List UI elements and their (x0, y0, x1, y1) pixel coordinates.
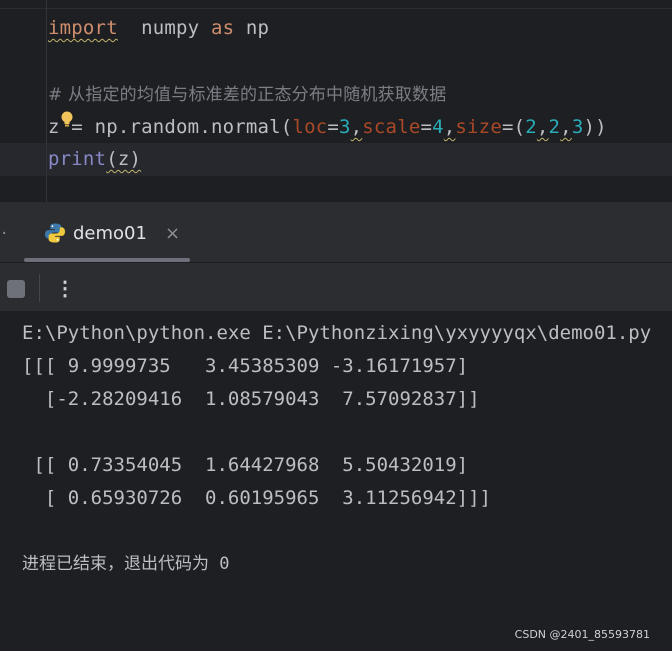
console-line: [-2.28209416 1.08579043 7.57092837]] (22, 388, 480, 410)
assign-operator: = (71, 116, 83, 138)
function-call: np.random.normal( (94, 116, 293, 138)
run-toolbar (0, 263, 672, 311)
close-icon[interactable]: × (165, 223, 180, 244)
python-icon (45, 223, 65, 243)
size-dim-3: 3 (571, 116, 584, 138)
module-alias: np (245, 17, 270, 39)
value-scale: 4 (432, 116, 444, 138)
size-dim-1: 2 (525, 116, 537, 138)
variable-z: z (48, 116, 60, 138)
stop-icon[interactable] (7, 280, 25, 298)
editor-top-border (0, 8, 672, 9)
print-builtin: print (48, 148, 107, 170)
exit-status-line: 进程已结束，退出代码为 0 (22, 554, 230, 574)
call-close: )) (583, 116, 607, 138)
module-name: numpy (141, 17, 200, 39)
console-line: E:\Python\python.exe E:\Pythonzixing\yxy… (22, 322, 652, 344)
code-line-normal[interactable]: z = np.random.normal(loc=3,scale=4,size=… (48, 111, 607, 143)
param-size: size (455, 116, 502, 138)
console-line: [[[ 9.9999735 3.45385309 -3.16171957] (22, 355, 469, 377)
size-open: =( (501, 116, 526, 138)
code-line-print[interactable]: print(z) (48, 143, 141, 175)
console-line: [ 0.65930726 0.60195965 3.11256942]]] (22, 487, 491, 509)
as-keyword: as (210, 17, 235, 39)
watermark: CSDN @2401_85593781 (514, 628, 650, 641)
panel-edge-marker: · (0, 226, 9, 242)
param-scale: scale (362, 116, 421, 138)
code-line-comment[interactable]: # 从指定的均值与标准差的正态分布中随机获取数据 (48, 78, 446, 110)
param-loc: loc (292, 116, 328, 138)
tab-demo01[interactable]: demo01 × (44, 218, 180, 248)
toolbar-separator (39, 274, 40, 302)
code-line-import[interactable]: import numpy as np (48, 12, 269, 44)
code-editor[interactable]: import numpy as np # 从指定的均值与标准差的正态分布中随机获… (0, 0, 672, 202)
import-keyword: import (48, 17, 118, 39)
console-line: [[ 0.73354045 1.64427968 5.50432019] (22, 454, 469, 476)
tab-label: demo01 (73, 222, 147, 244)
gutter-divider (46, 0, 47, 202)
value-loc: 3 (339, 116, 351, 138)
more-vertical-icon[interactable]: ⋮ (55, 276, 75, 300)
code-comment: # 从指定的均值与标准差的正态分布中随机获取数据 (48, 85, 447, 105)
print-argument: (z) (106, 148, 142, 170)
size-dim-2: 2 (548, 116, 561, 138)
